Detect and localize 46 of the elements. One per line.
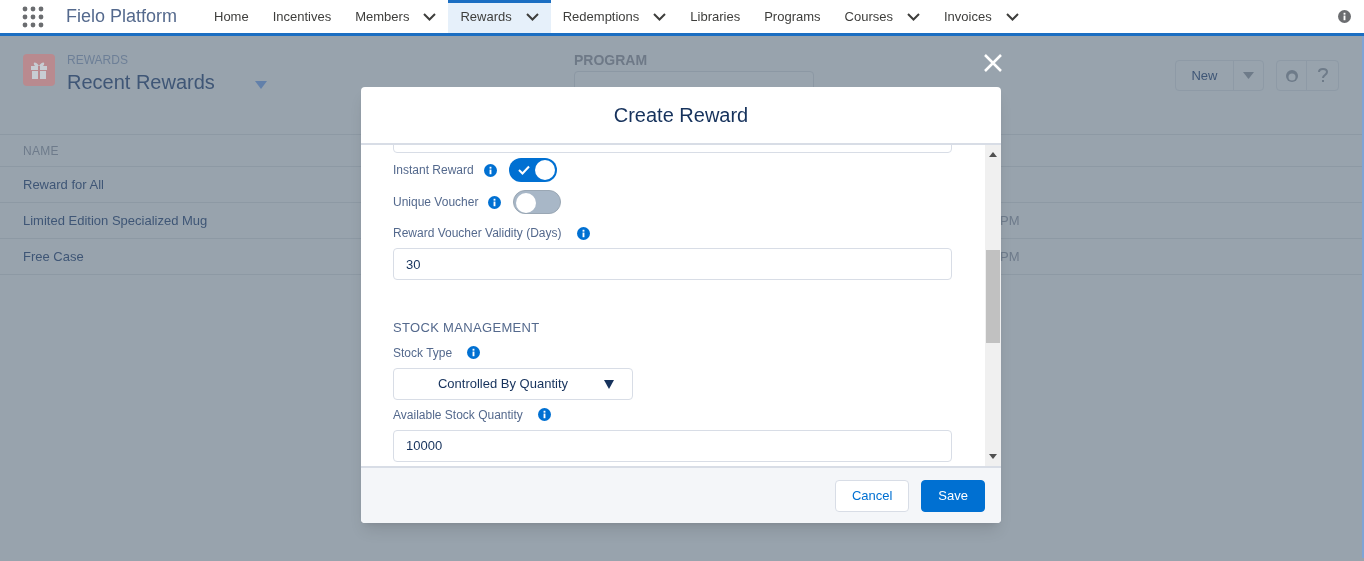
field-label: Unique Voucher [393, 194, 479, 211]
section-heading: STOCK MANAGEMENT [393, 319, 541, 337]
rewards-gift-icon [23, 54, 55, 86]
nav-tab[interactable]: Programs [764, 6, 821, 27]
toggle-switch[interactable] [513, 190, 562, 214]
field-label: Instant Reward [393, 162, 474, 179]
scroll-up-icon[interactable] [989, 152, 997, 157]
info-icon[interactable] [467, 346, 481, 359]
info-icon[interactable] [576, 226, 590, 240]
info-icon[interactable] [488, 195, 502, 209]
chevron-down-icon[interactable] [653, 12, 667, 21]
nav-tab[interactable]: Members [355, 6, 410, 27]
input-field[interactable]: 30 [393, 248, 952, 280]
question-icon [1317, 68, 1328, 83]
chevron-down-icon[interactable] [525, 12, 539, 21]
select-field[interactable]: Controlled By Quantity [393, 367, 633, 400]
info-icon[interactable] [1337, 10, 1351, 23]
scrollbar-thumb[interactable] [986, 250, 1000, 343]
scroll-down-icon[interactable] [989, 454, 997, 459]
app-title: Fielo Platform [66, 5, 179, 28]
nav-tab[interactable]: Invoices [943, 6, 992, 27]
nav-tab[interactable]: Incentives [272, 6, 332, 27]
app-launcher-icon[interactable] [22, 5, 44, 28]
nav-tab[interactable]: Home [214, 6, 249, 27]
person-icon [1284, 68, 1299, 83]
nav-tab[interactable]: Redemptions [562, 6, 640, 27]
nav-tab[interactable]: Libraries [690, 6, 741, 27]
caret-icon [1243, 72, 1254, 79]
close-icon[interactable] [984, 54, 1002, 72]
toggle-switch[interactable] [508, 158, 557, 182]
info-icon[interactable] [537, 408, 551, 421]
caret-icon [604, 379, 614, 389]
nav-tab[interactable]: Courses [844, 6, 893, 27]
chevron-down-icon[interactable] [906, 12, 920, 21]
field-label: Stock Type [393, 344, 453, 362]
dialog-title: Create Reward [613, 103, 749, 128]
save-button[interactable]: Save [921, 479, 985, 512]
input-field[interactable]: 10000 [393, 429, 952, 462]
scrollbar[interactable] [985, 145, 1001, 466]
field-label: Reward Voucher Validity (Days) [393, 225, 562, 242]
check-icon [517, 165, 530, 175]
cancel-button[interactable]: Cancel [834, 479, 910, 512]
chevron-down-icon[interactable] [423, 12, 437, 21]
field-label: Available Stock Quantity [393, 406, 523, 424]
chevron-down-icon[interactable] [1005, 12, 1019, 21]
info-icon[interactable] [483, 163, 497, 177]
